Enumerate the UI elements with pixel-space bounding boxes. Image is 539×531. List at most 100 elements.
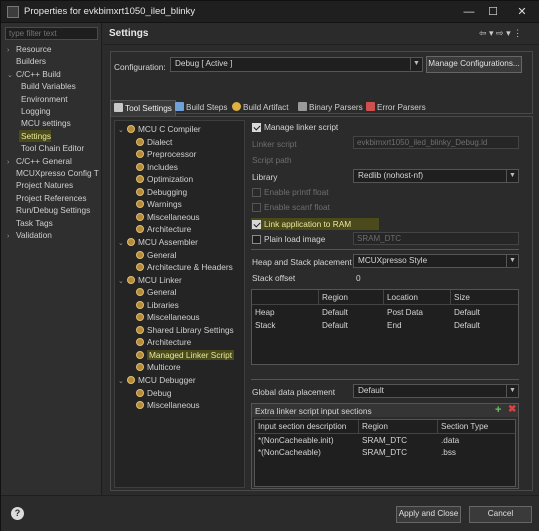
chevron-right-icon[interactable]: › (7, 231, 16, 243)
tool-tree-item[interactable]: Architecture & Headers (136, 261, 233, 274)
tab-error-parsers[interactable]: Error Parsers (363, 100, 429, 116)
add-icon[interactable]: + (495, 404, 501, 416)
table-cell[interactable]: End (387, 320, 402, 332)
link-application-to-ram-checkbox[interactable] (252, 220, 261, 229)
enable-scanf-float-checkbox[interactable] (252, 203, 261, 212)
nav-item[interactable]: Task Tags (7, 217, 53, 229)
tool-tree-item[interactable]: Debug (136, 387, 171, 400)
plain-load-image-checkbox[interactable] (252, 235, 261, 244)
chevron-down-icon[interactable]: ⌄ (118, 238, 127, 251)
nav-item[interactable]: Run/Debug Settings (7, 204, 90, 216)
table-cell[interactable]: Heap (255, 307, 275, 319)
linker-script-field[interactable]: evkbimxrt1050_iled_blinky_Debug.ld (353, 136, 519, 149)
chevron-down-icon[interactable]: ⌄ (118, 125, 127, 138)
global-data-placement-select[interactable]: Default ▼ (353, 384, 519, 398)
nav-item[interactable]: › Validation (7, 229, 52, 241)
manage-configurations-button[interactable]: Manage Configurations... (426, 56, 522, 73)
table-cell[interactable]: Post Data (387, 307, 423, 319)
chevron-down-icon[interactable]: ⌄ (118, 276, 127, 289)
tool-tree-item[interactable]: Libraries (136, 299, 179, 312)
delete-icon[interactable]: ✖ (508, 404, 516, 415)
settings-gear-icon (136, 325, 144, 334)
nav-item[interactable]: MCU settings (21, 117, 71, 129)
history-nav-icons[interactable]: ⇦ ▾ ⇨ ▾ ⋮ (479, 28, 522, 39)
apply-and-close-button[interactable]: Apply and Close (396, 506, 461, 523)
tool-tree-item[interactable]: General (136, 286, 177, 299)
close-button[interactable]: ✕ (508, 1, 536, 23)
table-cell[interactable]: .data (441, 435, 459, 447)
plain-load-image-label: Plain load image (264, 234, 326, 244)
tool-tree-group[interactable]: ⌄ MCU Linker (118, 274, 182, 287)
tool-tree-item[interactable]: General (136, 249, 177, 262)
nav-item-label: Builders (16, 56, 46, 67)
tool-tree-item[interactable]: Architecture (136, 336, 191, 349)
tab-binary-parsers[interactable]: Binary Parsers (295, 100, 366, 116)
tool-tree-label: Shared Library Settings (147, 324, 234, 335)
table-cell[interactable]: Default (322, 320, 348, 332)
nav-item[interactable]: Tool Chain Editor (21, 142, 84, 154)
heap-stack-table[interactable]: Region Location Size Heap Default Post Data De… (251, 289, 519, 365)
tool-tree-group[interactable]: ⌄ MCU Debugger (118, 374, 196, 387)
plain-load-region-select[interactable]: SRAM_DTC (353, 232, 519, 245)
table-cell[interactable]: .bss (441, 447, 456, 459)
tool-tree-group[interactable]: ⌄ MCU Assembler (118, 236, 198, 249)
table-cell[interactable]: Default (322, 307, 348, 319)
nav-item[interactable]: ⌄ C/C++ Build (7, 68, 61, 80)
tab-tool-settings[interactable]: Tool Settings (110, 100, 176, 116)
maximize-button[interactable]: ☐ (479, 1, 507, 23)
nav-item[interactable]: › Resource (7, 43, 52, 55)
extra-sections-table[interactable]: Input section description Region Section T… (254, 419, 516, 487)
settings-gear-icon (136, 175, 144, 184)
nav-item[interactable]: MCUXpresso Config T (7, 167, 99, 179)
column-header: Section Type (441, 422, 489, 431)
nav-item[interactable]: Build Variables (21, 80, 76, 92)
nav-item[interactable]: Logging (21, 105, 51, 117)
tool-tree-item[interactable]: Warnings (136, 198, 182, 211)
enable-printf-float-checkbox[interactable] (252, 188, 261, 197)
heap-stack-placement-label: Heap and Stack placement (252, 257, 352, 267)
tool-tree-item[interactable]: Miscellaneous (136, 399, 200, 412)
tab-icon (175, 102, 184, 111)
chevron-down-icon[interactable]: ⌄ (118, 376, 127, 389)
table-cell[interactable]: SRAM_DTC (362, 447, 407, 459)
heap-stack-placement-select[interactable]: MCUXpresso Style ▼ (353, 254, 519, 268)
table-cell[interactable]: Default (454, 320, 480, 332)
nav-item[interactable]: Project Natures (7, 179, 73, 191)
tool-tree-item[interactable]: Multicore (136, 361, 181, 374)
tool-tree-item[interactable]: Managed Linker Script (136, 349, 235, 362)
nav-item[interactable]: Environment (21, 93, 68, 105)
tool-tree-item[interactable]: Miscellaneous (136, 211, 200, 224)
window-title: Properties for evkbimxrt1050_iled_blinky (24, 6, 196, 17)
nav-item-label: Task Tags (16, 217, 53, 228)
chevron-down-icon[interactable]: ⌄ (7, 70, 16, 82)
tool-tree-item[interactable]: Dialect (136, 136, 172, 149)
tool-tree-group[interactable]: ⌄ MCU C Compiler (118, 123, 201, 136)
manage-linker-script-checkbox[interactable] (252, 123, 261, 132)
cancel-button[interactable]: Cancel (469, 506, 532, 523)
nav-item[interactable]: Builders (7, 55, 46, 67)
tool-tree-item[interactable]: Optimization (136, 173, 193, 186)
global-data-placement-label: Global data placement (252, 387, 336, 397)
nav-item[interactable]: Settings (19, 129, 51, 142)
table-cell[interactable]: SRAM_DTC (362, 435, 407, 447)
table-cell[interactable]: *(NonCacheable) (258, 447, 321, 459)
tab-build-artifact[interactable]: Build Artifact (229, 100, 292, 116)
table-cell[interactable]: Stack (255, 320, 275, 332)
help-icon[interactable]: ? (11, 507, 24, 520)
tool-tree-item[interactable]: Preprocessor (136, 148, 196, 161)
tool-tree-label: Architecture & Headers (147, 262, 233, 273)
library-select[interactable]: Redlib (nohost-nf) ▼ (353, 169, 519, 183)
tool-tree-item[interactable]: Architecture (136, 223, 191, 236)
table-cell[interactable]: *(NonCacheable.init) (258, 435, 334, 447)
configuration-select[interactable]: Debug [ Active ] ▼ (170, 57, 423, 72)
nav-item[interactable]: › C/C++ General (7, 155, 72, 167)
tool-tree-item[interactable]: Includes (136, 161, 178, 174)
tool-tree-item[interactable]: Shared Library Settings (136, 324, 234, 337)
stack-offset-value[interactable]: 0 (356, 273, 361, 283)
filter-input[interactable] (5, 27, 98, 40)
nav-item[interactable]: Project References (7, 192, 87, 204)
table-cell[interactable]: Default (454, 307, 480, 319)
tab-build-steps[interactable]: Build Steps (172, 100, 230, 116)
tool-tree-item[interactable]: Debugging (136, 186, 187, 199)
tool-tree-item[interactable]: Miscellaneous (136, 311, 200, 324)
